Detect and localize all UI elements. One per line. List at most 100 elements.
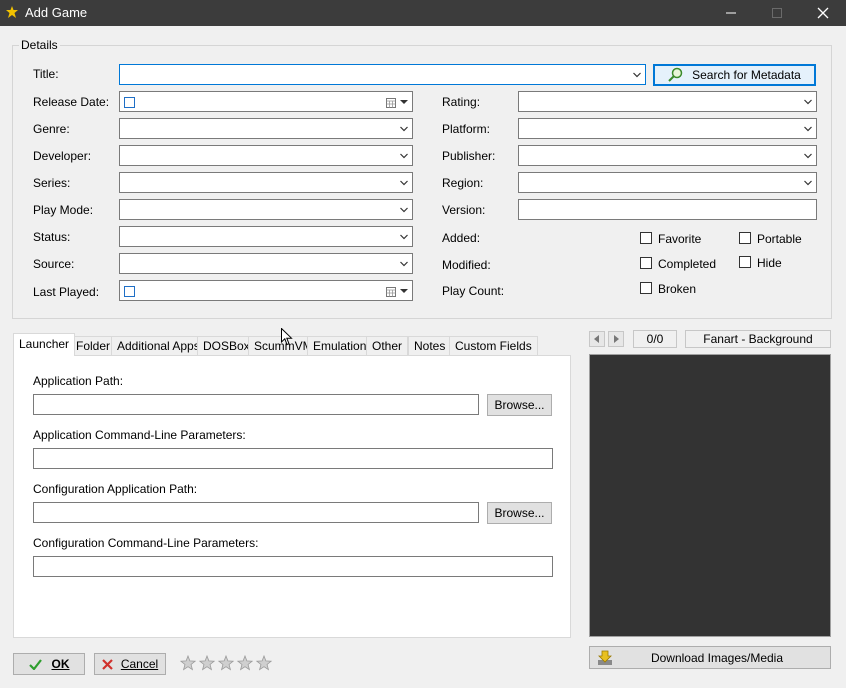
last-played-checkbox[interactable] <box>124 286 135 297</box>
search-metadata-label: Search for Metadata <box>692 68 801 82</box>
series-combobox[interactable] <box>119 172 413 193</box>
region-combobox[interactable] <box>518 172 817 193</box>
play-mode-combobox[interactable] <box>119 199 413 220</box>
chevron-down-icon <box>400 180 408 185</box>
checkmark-icon <box>28 658 42 670</box>
play-mode-label: Play Mode: <box>33 203 94 217</box>
maximize-icon <box>772 8 782 18</box>
browse-configuration-button[interactable]: Browse... <box>487 502 552 524</box>
browse-application-button[interactable]: Browse... <box>487 394 552 416</box>
tab-custom-fields[interactable]: Custom Fields <box>449 336 538 355</box>
close-button[interactable] <box>800 0 846 26</box>
ok-label: OK <box>51 657 70 671</box>
genre-combobox[interactable] <box>119 118 413 139</box>
rating-combobox[interactable] <box>518 91 817 112</box>
minimize-icon <box>726 12 736 14</box>
configuration-params-input[interactable] <box>33 556 553 577</box>
configuration-path-label: Configuration Application Path: <box>33 482 198 496</box>
completed-checkbox[interactable] <box>640 257 652 269</box>
app-logo-icon <box>6 6 18 18</box>
tab-launcher[interactable]: Launcher <box>13 333 76 356</box>
cancel-button[interactable]: Cancel <box>94 653 166 675</box>
version-input[interactable] <box>518 199 817 220</box>
release-date-checkbox[interactable] <box>124 97 135 108</box>
mouse-cursor-icon <box>281 328 293 346</box>
calendar-icon <box>386 287 396 297</box>
chevron-down-icon <box>400 234 408 239</box>
previous-image-button[interactable] <box>589 331 605 347</box>
caret-down-icon <box>400 288 408 293</box>
application-path-input[interactable] <box>33 394 479 415</box>
chevron-down-icon <box>400 261 408 266</box>
chevron-down-icon <box>804 126 812 131</box>
cross-icon <box>102 658 113 670</box>
status-combobox[interactable] <box>119 226 413 247</box>
tab-dosbox[interactable]: DOSBox <box>197 336 256 355</box>
source-combobox[interactable] <box>119 253 413 274</box>
triangle-left-icon <box>594 335 599 343</box>
series-label: Series: <box>33 176 71 190</box>
chevron-down-icon <box>804 99 812 104</box>
search-icon <box>668 67 683 82</box>
chevron-down-icon <box>804 180 812 185</box>
genre-label: Genre: <box>33 122 70 136</box>
last-played-picker[interactable] <box>119 280 413 301</box>
broken-checkbox[interactable] <box>640 282 652 294</box>
window-title: Add Game <box>25 5 88 20</box>
maximize-button[interactable] <box>754 0 800 26</box>
image-type-selector[interactable]: Fanart - Background <box>685 330 831 348</box>
download-media-button[interactable]: Download Images/Media <box>589 646 831 669</box>
star-icon[interactable] <box>179 654 197 671</box>
tab-notes[interactable]: Notes <box>408 336 452 355</box>
play-count-label: Play Count: <box>442 284 505 298</box>
configuration-path-input[interactable] <box>33 502 479 523</box>
search-metadata-button[interactable]: Search for Metadata <box>653 64 816 86</box>
hide-label: Hide <box>757 256 782 270</box>
release-date-picker[interactable] <box>119 91 413 112</box>
developer-combobox[interactable] <box>119 145 413 166</box>
star-rating[interactable] <box>179 654 275 672</box>
caret-down-icon <box>400 99 408 104</box>
title-combobox[interactable] <box>119 64 646 85</box>
platform-combobox[interactable] <box>518 118 817 139</box>
star-icon[interactable] <box>217 654 235 671</box>
rating-label: Rating: <box>442 95 481 109</box>
modified-label: Modified: <box>442 258 491 272</box>
tab-folder[interactable]: Folder <box>70 336 117 355</box>
title-bar: Add Game <box>0 0 846 26</box>
star-rating-icons <box>179 654 273 671</box>
completed-label: Completed <box>658 257 717 271</box>
close-icon <box>817 7 829 19</box>
version-label: Version: <box>442 203 486 217</box>
download-media-label: Download Images/Media <box>650 650 784 665</box>
broken-label: Broken <box>658 282 697 296</box>
tab-other[interactable]: Other <box>366 336 409 355</box>
added-label: Added: <box>442 231 481 245</box>
source-label: Source: <box>33 257 75 271</box>
image-counter: 0/0 <box>633 330 677 348</box>
star-icon[interactable] <box>255 654 273 671</box>
minimize-button[interactable] <box>708 0 754 26</box>
ok-button[interactable]: OK <box>13 653 85 675</box>
portable-checkbox[interactable] <box>739 232 751 244</box>
favorite-checkbox[interactable] <box>640 232 652 244</box>
publisher-combobox[interactable] <box>518 145 817 166</box>
chevron-down-icon <box>400 207 408 212</box>
developer-label: Developer: <box>33 149 92 163</box>
application-path-label: Application Path: <box>33 374 124 388</box>
application-params-input[interactable] <box>33 448 553 469</box>
hide-checkbox[interactable] <box>739 256 751 268</box>
next-image-button[interactable] <box>608 331 624 347</box>
star-icon[interactable] <box>198 654 216 671</box>
cancel-label: Cancel <box>120 657 159 671</box>
chevron-down-icon <box>633 72 641 77</box>
region-label: Region: <box>442 176 484 190</box>
configuration-params-label: Configuration Command-Line Parameters: <box>33 536 259 550</box>
tab-emulation[interactable]: Emulation <box>307 336 373 355</box>
last-played-label: Last Played: <box>33 285 100 299</box>
tab-additional-apps[interactable]: Additional Apps <box>111 336 206 355</box>
favorite-label: Favorite <box>658 232 702 246</box>
application-params-label: Application Command-Line Parameters: <box>33 428 246 442</box>
status-label: Status: <box>33 230 71 244</box>
star-icon[interactable] <box>236 654 254 671</box>
